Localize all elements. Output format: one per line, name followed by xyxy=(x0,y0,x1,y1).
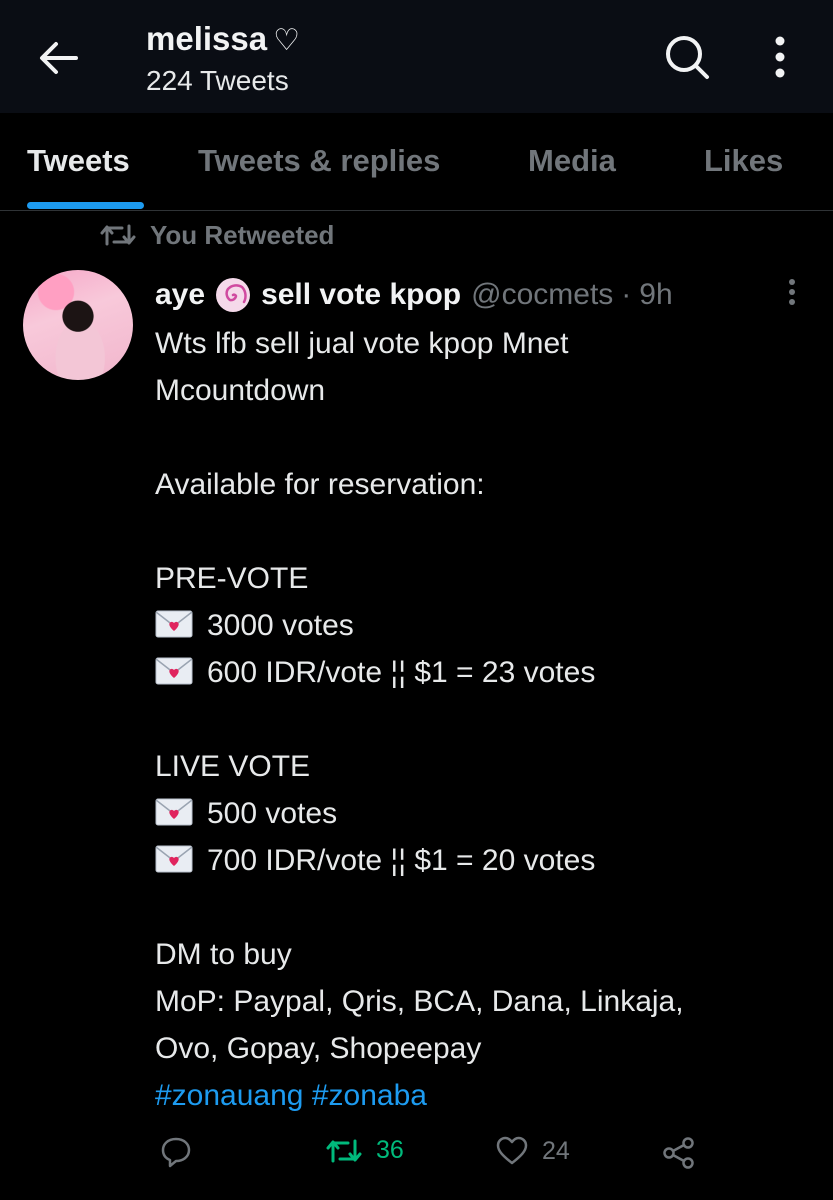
retweet-context-label: You Retweeted xyxy=(150,219,335,250)
hashtag-link[interactable]: #zonaba xyxy=(312,1079,427,1112)
meta-separator: · xyxy=(621,278,632,311)
love-letter-icon xyxy=(155,845,193,873)
tweet-time[interactable]: 9h xyxy=(639,275,672,315)
tweet-line: Ovo, Gopay, Shopeepay xyxy=(155,1032,482,1065)
tab-tweets[interactable]: Tweets xyxy=(27,143,130,179)
more-vertical-icon xyxy=(775,36,785,78)
tweet-more-button[interactable] xyxy=(782,276,802,312)
author-name-suffix[interactable]: sell vote kpop xyxy=(261,275,461,315)
tweet-line-with-emoji: 3000 votes xyxy=(155,602,805,649)
tweet-actions: 36 24 xyxy=(0,1130,833,1180)
tweet-line: Available for reservation: xyxy=(155,468,485,501)
tab-media[interactable]: Media xyxy=(528,143,616,179)
like-icon xyxy=(496,1136,528,1165)
tweet-line-text: 600 IDR/vote ¦¦ $1 = 23 votes xyxy=(207,656,596,689)
profile-name-text: melissa xyxy=(146,20,268,57)
hashtag-link[interactable]: #zonauang xyxy=(155,1079,303,1112)
search-icon xyxy=(666,36,709,79)
avatar[interactable] xyxy=(23,270,133,380)
tweet-line-text: 700 IDR/vote ¦¦ $1 = 20 votes xyxy=(207,844,596,877)
more-options-button[interactable] xyxy=(760,32,800,82)
tweet-line-text: 500 votes xyxy=(207,797,338,830)
tweet-line: Mcountdown xyxy=(155,374,326,407)
profile-name: melissa ♡ xyxy=(146,18,300,62)
back-button[interactable] xyxy=(30,36,86,80)
like-count: 24 xyxy=(542,1136,570,1165)
tweet-line: MoP: Paypal, Qris, BCA, Dana, Linkaja, xyxy=(155,985,684,1018)
tweet-text: Wts lfb sell jual vote kpop Mnet Mcountd… xyxy=(155,320,805,1119)
author-handle[interactable]: @cocmets xyxy=(471,275,613,315)
reply-icon xyxy=(161,1137,191,1168)
tweet-line: LIVE VOTE xyxy=(155,750,311,783)
active-tab-indicator xyxy=(27,202,144,209)
tab-tweets-and-replies[interactable]: Tweets & replies xyxy=(198,143,440,179)
retweet-icon xyxy=(100,224,136,246)
tweet-header: aye sell vote kpop @cocmets · 9h xyxy=(155,275,673,315)
love-letter-icon xyxy=(155,610,193,638)
retweet-count: 36 xyxy=(376,1136,404,1164)
tweet-line: PRE-VOTE xyxy=(155,562,309,595)
retweet-context: You Retweeted xyxy=(100,217,334,253)
verified-swirl-icon xyxy=(216,278,251,312)
tweet-line-with-emoji: 500 votes xyxy=(155,790,805,837)
tweet-line-with-emoji: 700 IDR/vote ¦¦ $1 = 20 votes xyxy=(155,837,805,884)
tweet-line: Wts lfb sell jual vote kpop Mnet xyxy=(155,327,569,360)
retweet-icon xyxy=(326,1139,362,1162)
search-button[interactable] xyxy=(662,32,712,82)
tab-likes[interactable]: Likes xyxy=(704,143,783,179)
author-name[interactable]: aye xyxy=(155,275,205,315)
profile-header: melissa ♡ 224 Tweets xyxy=(0,0,833,113)
tweet-line: DM to buy xyxy=(155,938,292,971)
tweet-line-text: 3000 votes xyxy=(207,609,354,642)
back-arrow-icon xyxy=(40,42,78,74)
love-letter-icon xyxy=(155,798,193,826)
tweet-count: 224 Tweets xyxy=(146,65,289,96)
share-button[interactable] xyxy=(662,1136,696,1170)
header-title-block: melissa ♡ 224 Tweets xyxy=(146,18,300,98)
hashtag-line: #zonauang #zonaba xyxy=(155,1072,805,1119)
like-button[interactable]: 24 xyxy=(496,1136,570,1166)
profile-tabs: Tweets Tweets & replies Media Likes xyxy=(0,113,833,211)
tweet-line-with-emoji: 600 IDR/vote ¦¦ $1 = 23 votes xyxy=(155,649,805,696)
retweet-button[interactable]: 36 xyxy=(326,1136,404,1165)
heart-emoji: ♡ xyxy=(273,24,300,57)
love-letter-icon xyxy=(155,657,193,685)
more-vertical-icon xyxy=(789,279,795,305)
reply-button[interactable] xyxy=(160,1136,192,1168)
share-icon xyxy=(663,1137,694,1169)
